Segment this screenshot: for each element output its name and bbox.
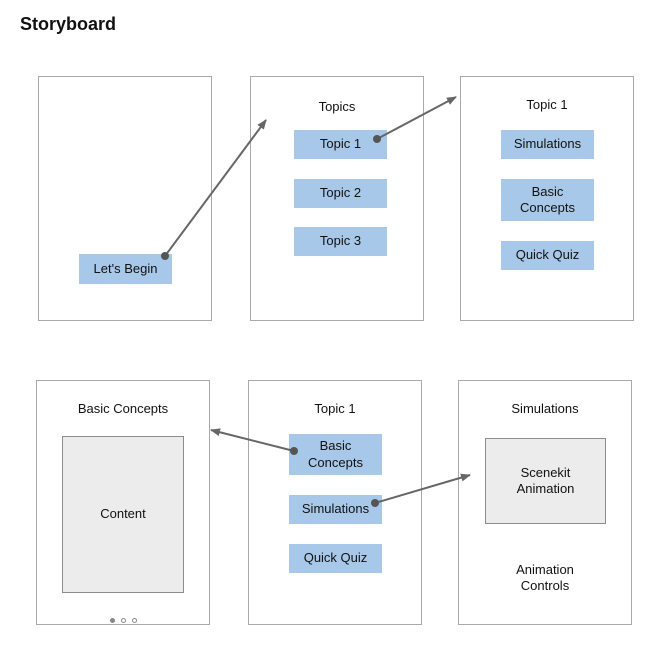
quick-quiz-button[interactable]: Quick Quiz — [501, 241, 594, 270]
lets-begin-button[interactable]: Let's Begin — [79, 254, 172, 284]
page-indicator[interactable] — [37, 610, 209, 628]
screen-topics: Topics Topic 1 Topic 2 Topic 3 — [250, 76, 424, 321]
simulations-button[interactable]: Simulations — [501, 130, 594, 159]
topic-3-button[interactable]: Topic 3 — [294, 227, 387, 256]
content-area: Content — [62, 436, 184, 593]
screens-basic-concepts-title: Basic Concepts — [77, 401, 169, 416]
screen-topic-1-b: Topic 1 Basic Concepts Simulations Quick… — [248, 380, 422, 625]
screens-topic1-title: Topic 1 — [526, 97, 568, 112]
screen-topic-1: Topic 1 Simulations Basic Concepts Quick… — [460, 76, 634, 321]
screens-simulations-title: Simulations — [511, 401, 579, 416]
screen-start: Let's Begin — [38, 76, 212, 321]
page-dot-2[interactable] — [120, 618, 126, 623]
topic-1-button[interactable]: Topic 1 — [294, 130, 387, 159]
screens-topic1-b-title: Topic 1 — [314, 401, 356, 416]
page-dot-1[interactable] — [109, 618, 115, 623]
animation-controls[interactable]: Animation Controls — [459, 562, 631, 595]
quick-quiz-button[interactable]: Quick Quiz — [289, 544, 382, 573]
topic-2-button[interactable]: Topic 2 — [294, 179, 387, 208]
page-dot-3[interactable] — [131, 618, 137, 623]
basic-concepts-button[interactable]: Basic Concepts — [501, 179, 594, 221]
screen-basic-concepts: Basic Concepts Content — [36, 380, 210, 625]
page-title: Storyboard — [20, 14, 117, 34]
simulations-button[interactable]: Simulations — [289, 495, 382, 524]
screen-simulations: Simulations Scenekit Animation Animation… — [458, 380, 632, 625]
screens-topics-title: Topics — [318, 99, 356, 114]
scenekit-animation-area: Scenekit Animation — [485, 438, 606, 524]
basic-concepts-button[interactable]: Basic Concepts — [289, 434, 382, 475]
